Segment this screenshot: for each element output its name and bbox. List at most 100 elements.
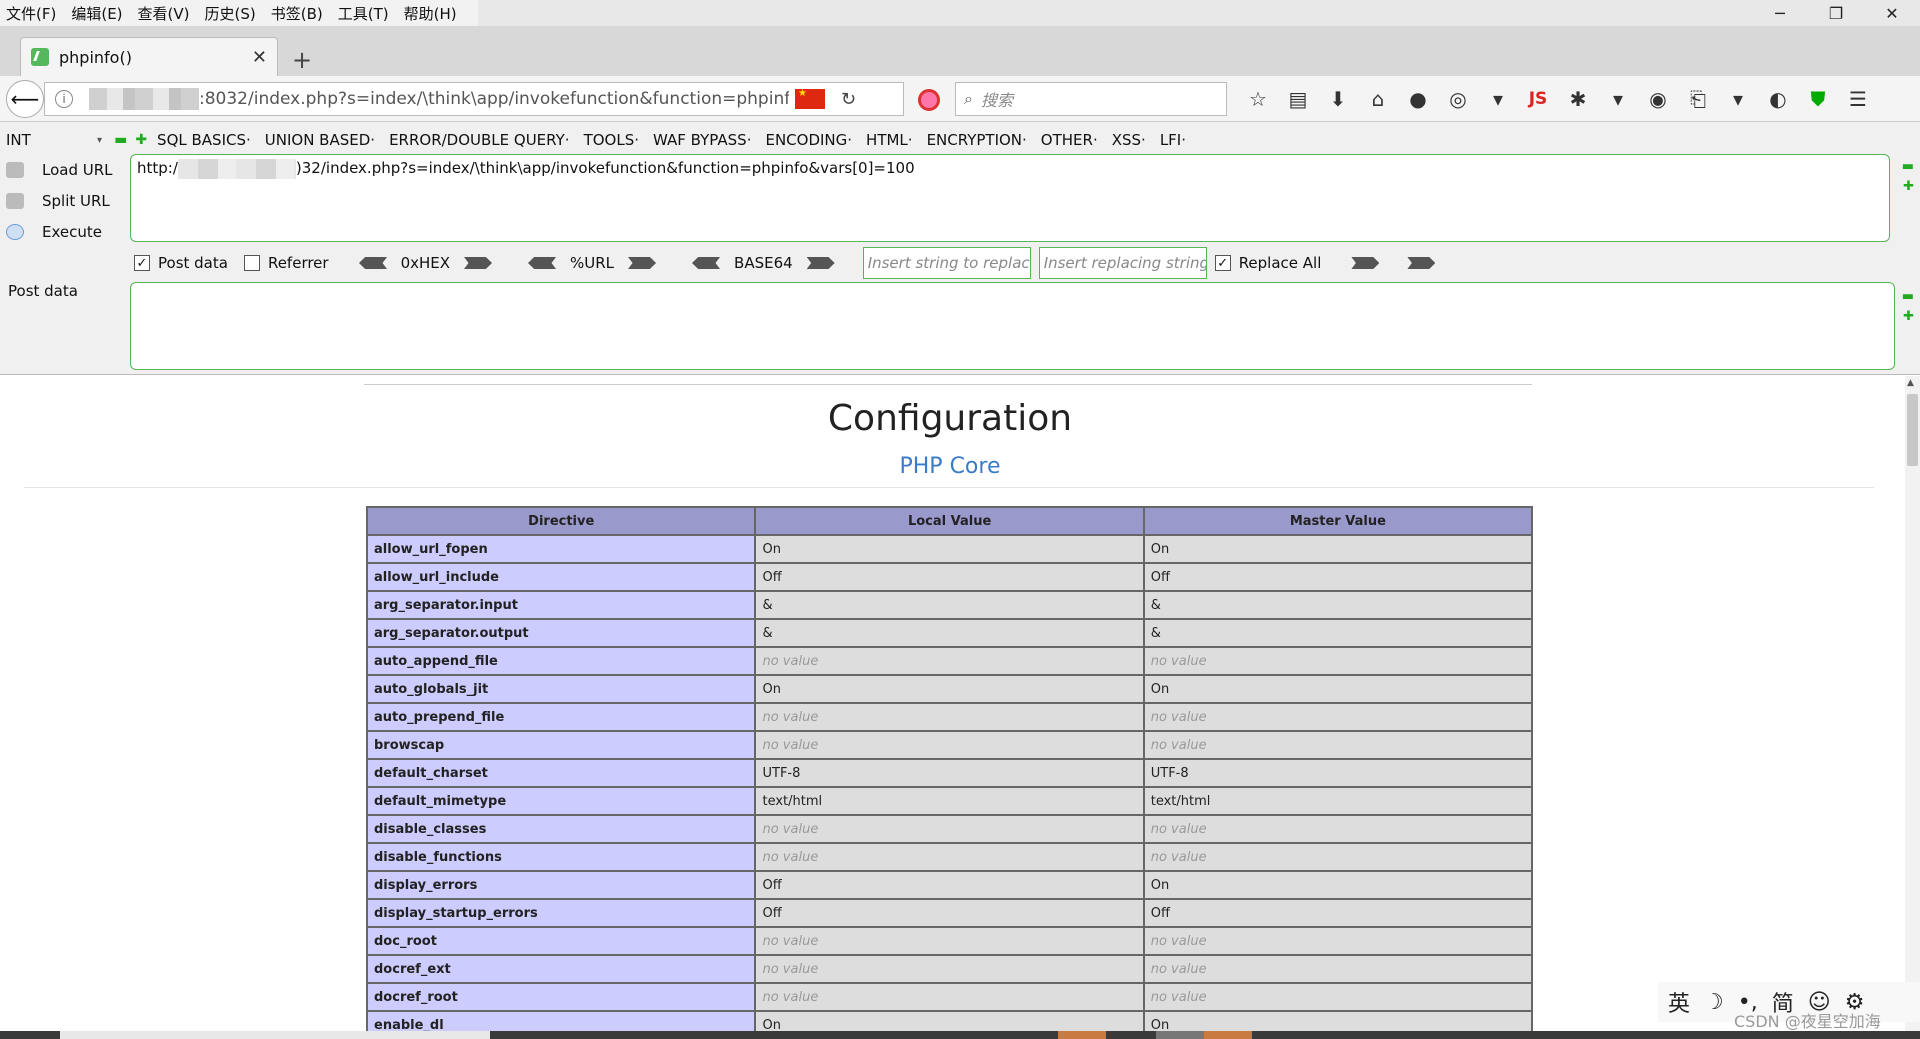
menu-waf-bypass[interactable]: WAF BYPASS· [653, 131, 751, 149]
local-value-cell: no value [754, 954, 1145, 984]
increase-icon[interactable]: ✚ [135, 132, 147, 148]
dropdown-icon[interactable]: ▾ [1718, 87, 1758, 111]
directive-cell: default_charset [365, 758, 757, 788]
execute-button[interactable]: Execute [6, 216, 126, 247]
share-icon[interactable]: ⎗ [1678, 87, 1718, 111]
hamburger-menu-icon[interactable]: ☰ [1838, 87, 1878, 111]
search-bar[interactable]: ⌕ 搜索 [955, 82, 1227, 116]
address-text[interactable]: :8032/index.php?s=index/\think\app/invok… [199, 89, 789, 109]
menu-html[interactable]: HTML· [866, 131, 913, 149]
hex-decode-arrow-icon[interactable] [359, 257, 387, 269]
menu-encryption[interactable]: ENCRYPTION· [927, 131, 1027, 149]
master-value-cell: no value [1142, 954, 1534, 984]
minimize-button[interactable]: ─ [1752, 0, 1808, 26]
download-icon[interactable]: ⬇ [1318, 87, 1358, 111]
base64-encode-arrow-icon[interactable] [806, 257, 835, 269]
local-value-cell: no value [754, 926, 1145, 956]
tab-phpinfo[interactable]: phpinfo() ✕ [20, 37, 278, 76]
taskbar-segment [1058, 1031, 1106, 1039]
menu-tools[interactable]: 工具(T) [338, 3, 389, 24]
menu-bookmarks[interactable]: 书签(B) [271, 3, 323, 24]
replace-arrow-icon[interactable] [1351, 257, 1380, 269]
post-data-textarea[interactable] [130, 282, 1895, 370]
taskbar [0, 1031, 1920, 1039]
search-input[interactable]: 搜索 [981, 87, 1013, 111]
bookmark-star-icon[interactable]: ☆ [1238, 87, 1278, 111]
injection-type-select[interactable]: INT ▾ [6, 129, 106, 151]
menu-xss[interactable]: XSS· [1112, 131, 1146, 149]
menu-other[interactable]: OTHER· [1041, 131, 1098, 149]
dropdown-icon[interactable]: ▾ [1478, 87, 1518, 111]
palette-icon[interactable]: ◎ [1438, 87, 1478, 111]
menu-error-double-query[interactable]: ERROR/DOUBLE QUERY· [389, 131, 570, 149]
divider [364, 384, 1532, 385]
url-decode-arrow-icon[interactable] [528, 257, 556, 269]
menu-help[interactable]: 帮助(H) [404, 3, 457, 24]
tab-close-icon[interactable]: ✕ [252, 47, 267, 68]
menu-file[interactable]: 文件(F) [6, 3, 56, 24]
url-encode-arrow-icon[interactable] [628, 257, 657, 269]
decrease-icon[interactable]: ▬ [114, 132, 127, 148]
menu-view[interactable]: 查看(V) [138, 3, 190, 24]
directive-cell: auto_prepend_file [365, 702, 757, 732]
menu-sql-basics[interactable]: SQL BASICS· [157, 131, 251, 149]
replace-all-checkbox[interactable]: ✓ [1214, 255, 1231, 271]
table-row: allow_url_include Off Off [365, 562, 1534, 592]
home-icon[interactable]: ⌂ [1358, 87, 1398, 111]
menu-bar: 文件(F) 编辑(E) 查看(V) 历史(S) 书签(B) 工具(T) 帮助(H… [0, 0, 1920, 26]
menu-encoding[interactable]: ENCODING· [765, 131, 852, 149]
extension-icon[interactable]: ◉ [1638, 87, 1678, 111]
menu-history[interactable]: 历史(S) [205, 3, 256, 24]
master-value-cell: text/html [1142, 786, 1534, 816]
directive-cell: browscap [365, 730, 757, 760]
post-shrink-icon[interactable]: ▬ [1902, 288, 1914, 306]
shield-icon[interactable]: ⛊ [1798, 87, 1838, 111]
scrollbar-thumb[interactable] [1907, 394, 1918, 466]
bug-icon[interactable]: ✱ [1558, 87, 1598, 111]
column-header: Directive [365, 506, 757, 536]
load-url-button[interactable]: Load URL [6, 154, 126, 185]
reader-icon[interactable]: ▤ [1278, 87, 1318, 111]
replacing-string-input[interactable]: Insert replacing string [1038, 247, 1207, 279]
menu-lfi[interactable]: LFI· [1160, 131, 1186, 149]
menu-tools[interactable]: TOOLS· [584, 131, 639, 149]
restore-button[interactable]: ❐ [1808, 0, 1864, 26]
reload-icon[interactable]: ↻ [841, 89, 856, 110]
master-value-cell: no value [1142, 646, 1534, 676]
menu-union-based[interactable]: UNION BASED· [265, 131, 375, 149]
master-value-cell: Off [1142, 562, 1534, 592]
block-icon[interactable] [918, 89, 940, 111]
new-tab-button[interactable]: + [292, 46, 312, 74]
split-url-button[interactable]: Split URL [6, 185, 126, 216]
close-window-button[interactable]: ✕ [1864, 0, 1920, 26]
base64-decode-arrow-icon[interactable] [692, 257, 720, 269]
divider [24, 487, 1874, 488]
js-toggle-icon[interactable]: JS [1518, 89, 1558, 109]
menu-edit[interactable]: 编辑(E) [71, 3, 122, 24]
replace-all-label: Replace All [1238, 254, 1322, 272]
local-value-cell: UTF-8 [754, 758, 1145, 788]
load-url-label: Load URL [42, 160, 113, 179]
globe-icon[interactable]: ● [1398, 87, 1438, 111]
post-grow-icon[interactable]: ✚ [1903, 308, 1914, 326]
hackbar-url-textarea[interactable]: http:/ )32/index.php?s=index/\think\app/… [130, 154, 1890, 242]
site-info-icon[interactable]: i [55, 90, 73, 108]
taskbar-segment [1156, 1031, 1204, 1039]
ime-moon-icon[interactable]: ☽ [1704, 990, 1724, 1015]
scroll-up-icon[interactable]: ▲ [1907, 378, 1914, 388]
post-data-checkbox[interactable]: ✓ [134, 255, 150, 271]
hex-encode-arrow-icon[interactable] [464, 257, 493, 269]
replace-next-arrow-icon[interactable] [1407, 257, 1436, 269]
dropdown-icon[interactable]: ▾ [1598, 87, 1638, 111]
directive-cell: display_errors [365, 870, 757, 900]
ime-language-icon[interactable]: 英 [1668, 986, 1690, 1018]
url-shrink-icon[interactable]: ▬ [1902, 158, 1914, 176]
back-button[interactable]: ⟵ [6, 80, 44, 118]
referrer-checkbox[interactable] [243, 255, 260, 271]
url-grow-icon[interactable]: ✚ [1903, 178, 1914, 196]
page-title: Configuration [827, 398, 1073, 439]
replace-string-input[interactable]: Insert string to replace [862, 247, 1031, 279]
page-scrollbar[interactable]: ▲ [1905, 376, 1920, 1031]
address-bar[interactable]: i :8032/index.php?s=index/\think\app/inv… [44, 82, 904, 116]
translate-icon[interactable]: ◐ [1758, 87, 1798, 111]
